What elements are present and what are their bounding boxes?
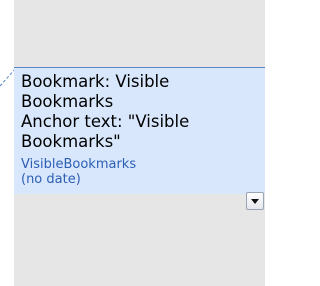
comment-date: (no date): [21, 172, 81, 187]
comment-box[interactable]: Bookmark: Visible Bookmarks Anchor text:…: [14, 67, 265, 210]
comment-text: Bookmark: Visible Bookmarks Anchor text:…: [21, 72, 261, 152]
comment-text-line: Bookmarks": [21, 132, 121, 151]
comment-text-line: Anchor text: "Visible: [21, 112, 190, 131]
comment-author: VisibleBookmarks: [21, 157, 137, 172]
comment-text-line: Bookmark: Visible: [21, 72, 170, 91]
triangle-down-icon: [251, 199, 259, 204]
comment-text-line: Bookmarks: [21, 92, 114, 111]
comment-menu-button[interactable]: [246, 192, 264, 210]
